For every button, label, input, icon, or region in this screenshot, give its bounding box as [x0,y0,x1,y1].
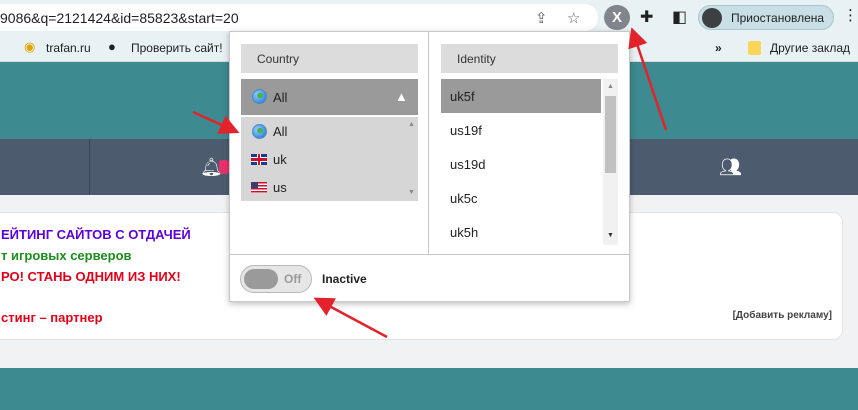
banner-line-1[interactable]: ЕЙТИНГ САЙТОВ С ОТДАЧЕЙ [1,227,191,242]
scroll-up-icon[interactable]: ▲ [408,121,415,128]
identity-label: us19d [450,157,486,172]
bookmark-other[interactable]: Другие заклад [770,41,850,55]
country-header: Country [241,44,418,73]
profile-status-label: Приостановлена [731,11,825,25]
status-label: Inactive [322,272,367,286]
identity-item[interactable]: uk5h [441,215,601,245]
country-option-label: us [273,180,287,195]
country-select[interactable]: All ▲ [241,79,418,115]
address-bar[interactable]: 9086&q=2121424&id=85823&start=20 ⇪ ☆ [0,4,598,31]
banner-line-3[interactable]: РО! СТАНЬ ОДНИМ ИЗ НИХ! [1,269,181,284]
side-panel-icon[interactable]: ◧ [672,7,687,27]
scroll-down-icon[interactable]: ▼ [607,232,614,239]
more-bookmarks-icon[interactable]: » [715,41,722,55]
country-options: All uk us ▲ ▼ [241,117,418,201]
bookmark-check-site[interactable]: Проверить сайт! [131,41,223,55]
extensions-puzzle-icon[interactable]: ✚ [640,7,653,27]
identity-item[interactable]: us19d [441,147,601,181]
share-icon[interactable]: ⇪ [535,9,548,27]
notification-badge [219,160,229,174]
site-footer-band [0,368,858,410]
country-option-uk[interactable]: uk [241,145,405,173]
country-option-label: All [273,124,288,139]
identity-scrollbar[interactable]: ▲ ▼ [603,79,618,245]
toggle-state-label: Off [284,272,302,286]
country-scrollbar[interactable]: ▲ ▼ [405,117,418,201]
scroll-up-icon[interactable]: ▲ [607,83,614,90]
chevron-up-icon[interactable]: ▲ [395,89,408,104]
country-option-label: uk [273,152,287,167]
identity-header: Identity [441,44,618,73]
globe-icon [252,89,267,104]
globe-icon [252,124,267,139]
nav-divider [89,139,90,195]
banner-line-2[interactable]: т игровых серверов [1,248,132,263]
uk-flag-icon [251,154,267,165]
country-option-all[interactable]: All [241,117,405,145]
toggle-knob [244,269,278,289]
identity-label: us19f [450,123,482,138]
scrollbar-thumb[interactable] [605,96,616,173]
banner-line-4[interactable]: стинг – партнер [1,310,103,325]
identity-item[interactable]: us19f [441,113,601,147]
power-toggle[interactable]: Off [240,265,312,293]
us-flag-icon [251,182,267,193]
identity-item[interactable]: uk5c [441,181,601,215]
identity-label: uk5f [450,89,475,104]
x-extension-button[interactable]: X [604,5,630,30]
extension-popup: Country Identity All ▲ All uk us ▲ ▼ uk5… [229,31,630,302]
browser-toolbar: 9086&q=2121424&id=85823&start=20 ⇪ ☆ X ✚… [0,0,858,34]
identity-list: uk5f us19f us19d uk5c uk5h ▲ ▼ [441,79,618,245]
users-icon[interactable]: 👥︎ [719,157,742,178]
country-option-us[interactable]: us [241,173,405,201]
scroll-down-icon[interactable]: ▼ [408,189,415,196]
identity-label: uk5c [450,191,478,206]
url-text[interactable]: 9086&q=2121424&id=85823&start=20 [0,10,239,26]
bookmark-star-icon[interactable]: ☆ [567,9,580,27]
trafan-favicon-icon: ◉ [24,39,36,54]
menu-kebab-icon[interactable]: ⋮ [843,6,858,24]
globe-favicon-icon: ● [108,39,116,54]
avatar [702,8,722,28]
selected-country: All [273,90,288,105]
column-divider [428,32,429,254]
profile-button[interactable]: Приостановлена [698,5,834,30]
identity-label: uk5h [450,225,479,240]
bookmark-trafan[interactable]: trafan.ru [46,41,91,55]
row-divider [230,254,629,255]
identity-item[interactable]: uk5f [441,79,601,113]
add-advertising-link[interactable]: [Добавить рекламу] [733,310,832,321]
folder-icon [748,41,761,55]
